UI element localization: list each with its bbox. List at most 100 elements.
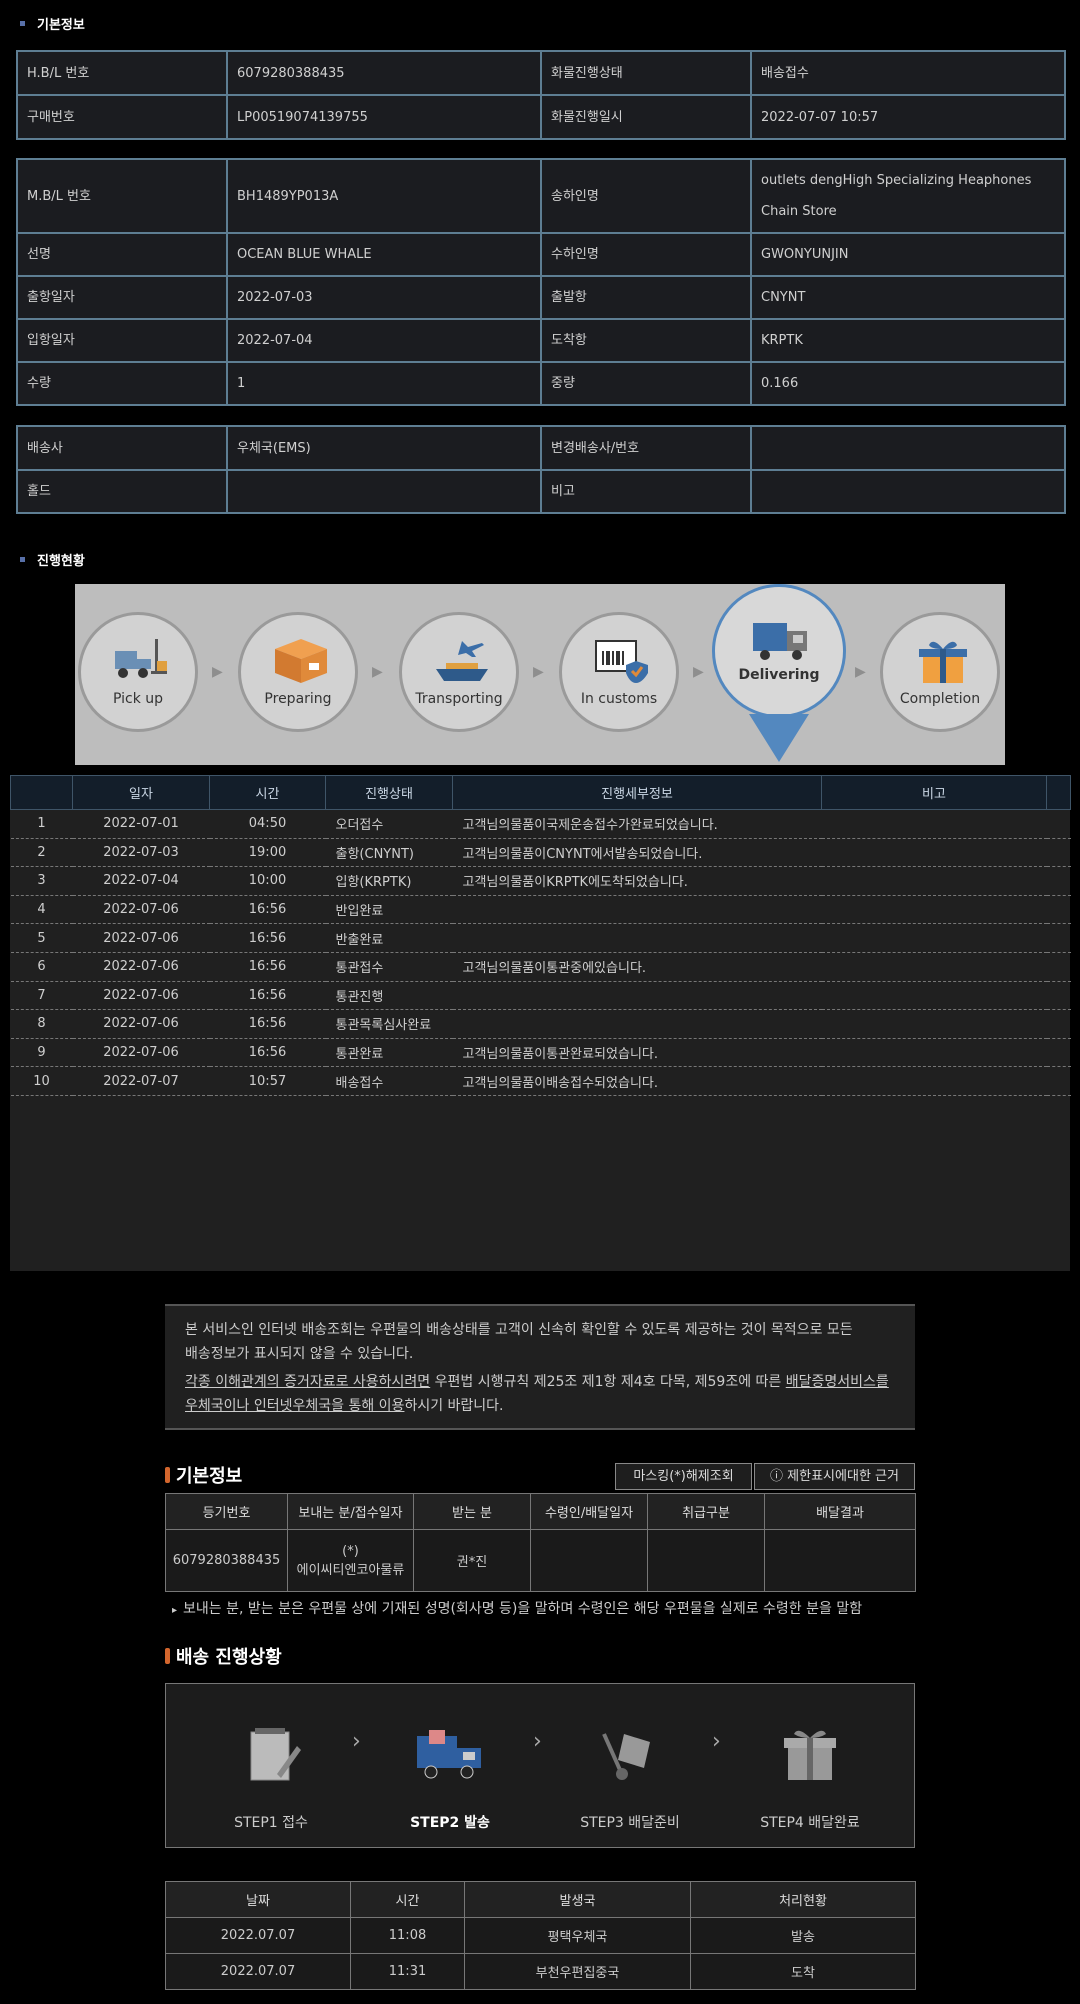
row-date: 2022-07-06 [72,923,210,953]
label: 송하인명 [540,158,752,234]
row-spacer [1046,1009,1071,1039]
post-office-link[interactable]: 우체국이나 인터넷우체국을 통해 이용 [185,1398,404,1414]
post-header-row: 등기번호 보내는 분/접수일자 받는 분 수령인/배달일자 취급구분 배달결과 [165,1493,916,1530]
arrow-icon: ▶ [372,664,383,680]
value: OCEAN BLUE WHALE [226,232,542,277]
value: 2022-07-04 [226,318,542,363]
step-delivering: Delivering [712,584,846,718]
ship-plane-icon [436,641,488,681]
value [750,425,1066,471]
delivery-table: 날짜 시간 발생국 처리현황 2022.07.07 11:08 평택우체국 발송 2022.… [165,1881,916,1990]
col-header: 날짜 [165,1881,351,1918]
value: LP00519074139755 [226,94,542,140]
delivery-proof-link[interactable]: 배달증명서비스를 [786,1374,889,1390]
info-table-1: H.B/L 번호 6079280388435 화물진행상태 배송접수 구매번호 LP00… [16,50,1066,140]
arrow-icon: ▶ [533,664,544,680]
delivery-time: 11:31 [350,1953,465,1990]
table-row: 4 2022-07-06 16:56 반입완료 [10,895,1071,925]
value: CNYNT [750,275,1066,320]
row-date: 2022-07-06 [72,1038,210,1068]
truck-icon [753,623,807,660]
row-remark [821,923,1047,953]
notice-line: 본 서비스인 인터넷 배송조회는 우편물의 배송상태를 고객이 신속히 확인할 … [185,1322,853,1338]
empty-cell [530,1529,648,1592]
label: 수하인명 [540,232,752,277]
col-header: 보내는 분/접수일자 [287,1493,414,1530]
row-remark [821,809,1047,839]
registration-number: 6079280388435 [165,1529,288,1592]
post-note-text: 보내는 분, 받는 분은 우편물 상에 기재된 성명(회사명 등)을 말하며 수… [183,1601,863,1617]
delivery-status: 발송 [690,1917,916,1954]
table-row: 2 2022-07-03 19:00 출항(CNYNT) 고객님의물품이CNYNT에서발… [10,838,1071,868]
step-transporting: Transporting [399,612,519,732]
restriction-reason-button[interactable]: ⓘ 제한표시에대한 근거 [754,1463,915,1490]
post-office-link[interactable]: 부천우편집중국 [464,1953,691,1990]
bullet-icon [20,557,25,562]
row-spacer [1046,866,1071,896]
row-spacer [1046,923,1071,953]
row-detail: 고객님의물품이배송접수되었습니다. [452,1066,822,1096]
label: M.B/L 번호 [16,158,228,234]
step-preparing: Preparing [238,612,358,732]
empty-cell [764,1529,916,1592]
row-number: 7 [10,981,73,1011]
row-status: 통관진행 [325,981,453,1011]
value [750,469,1066,514]
row-status: 반출완료 [325,923,453,953]
table-row: 8 2022-07-06 16:56 통관목록심사완료 [10,1009,1071,1039]
row-number: 2 [10,838,73,868]
row-detail: 고객님의물품이통관중에있습니다. [452,952,822,982]
step-label: Pick up [112,691,164,707]
row-spacer [1046,952,1071,982]
post-office-link[interactable]: 평택우체국 [464,1917,691,1954]
row-spacer [1046,809,1071,839]
value: GWONYUNJIN [750,232,1066,277]
row-status: 입항(KRPTK) [325,866,453,896]
value: 0.166 [750,361,1066,406]
row-number: 10 [10,1066,73,1096]
col-header-remark: 비고 [821,775,1047,810]
col-header: 등기번호 [165,1493,288,1530]
table-row: 5 2022-07-06 16:56 반출완료 [10,923,1071,953]
row-remark [821,952,1047,982]
row-spacer [1046,981,1071,1011]
row-date: 2022-07-01 [72,809,210,839]
value: BH1489YP013A [226,158,542,234]
step-completion: Completion [880,612,1000,732]
row-date: 2022-07-06 [72,981,210,1011]
row-time: 16:56 [209,895,326,925]
sender-name: 에이씨티엔코아물류 [296,1562,405,1578]
label: 출발항 [540,275,752,320]
label: 변경배송사/번호 [540,425,752,471]
unmask-button[interactable]: 마스킹(*)해제조회 [615,1463,752,1490]
label: 구매번호 [16,94,228,140]
hand-truck-icon [602,1733,650,1780]
table-row: 9 2022-07-06 16:56 통관완료 고객님의물품이통관완료되었습니다. [10,1038,1071,1068]
col-header-spacer [1046,775,1071,810]
col-header: 발생국 [464,1881,691,1918]
row-time: 10:00 [209,866,326,896]
step-customs: In customs [559,612,679,732]
info-table-3: 배송사 우체국(EMS) 변경배송사/번호 홀드 비고 [16,425,1066,514]
col-header [10,775,73,810]
delivery-steps: STEP1 접수 › STEP2 발송 › STEP3 배달준비 › STEP4… [165,1683,915,1848]
row-detail: 고객님의물품이CNYNT에서발송되었습니다. [452,838,822,868]
value: outlets dengHigh Specializing Heaphones … [750,158,1066,234]
row-status: 통관완료 [325,1038,453,1068]
row-status: 통관접수 [325,952,453,982]
bar-icon [165,1648,170,1664]
row-time: 16:56 [209,923,326,953]
step-label: STEP1 접수 [234,1815,308,1831]
arrow-icon: ▶ [693,664,704,680]
row-date: 2022-07-04 [72,866,210,896]
evidence-link[interactable]: 각종 이해관계의 증거자료로 사용하시려면 [185,1374,430,1390]
row-number: 6 [10,952,73,982]
value: 우체국(EMS) [226,425,542,471]
row-number: 3 [10,866,73,896]
section-title-text: 기본정보 [37,18,85,33]
table-row: 1 2022-07-01 04:50 오더접수 고객님의물품이국제운송접수가완료되었습니… [10,809,1071,839]
bar-icon [165,1467,170,1483]
label: 출항일자 [16,275,228,320]
sender-cell: (*) 에이씨티엔코아물류 [287,1529,414,1592]
value: 1 [226,361,542,406]
